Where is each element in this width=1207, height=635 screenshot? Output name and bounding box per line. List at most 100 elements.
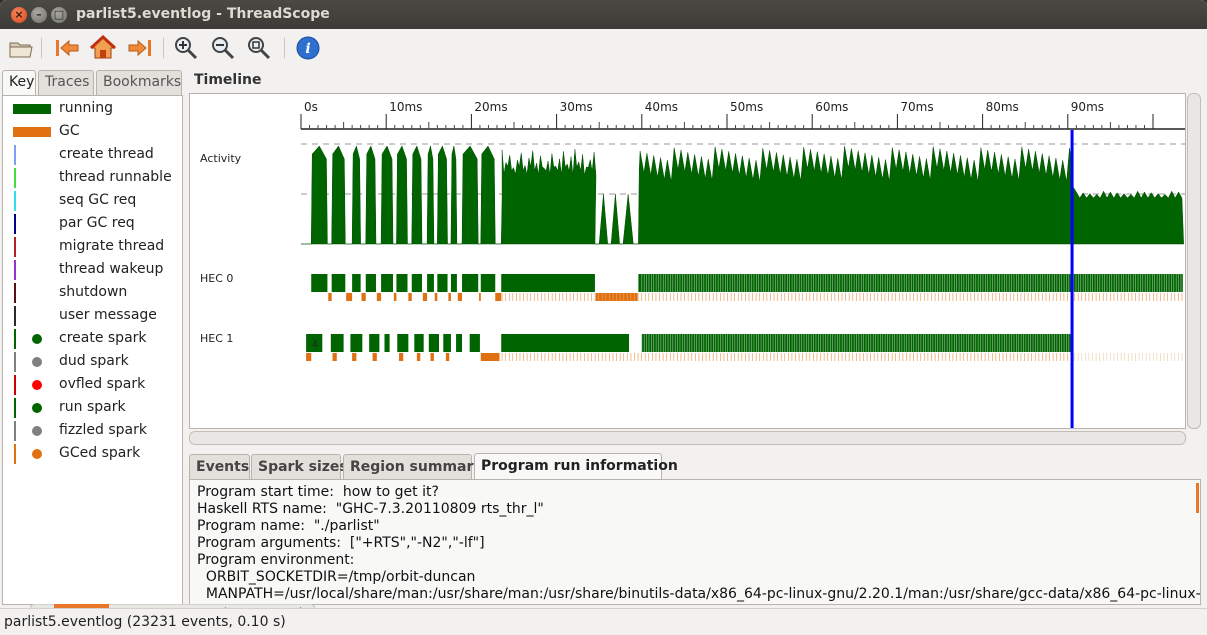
key-swatch-dot [32,449,42,459]
maximize-button[interactable]: □ [51,7,67,23]
zoom-in-button[interactable] [172,35,200,61]
timeline-canvas[interactable]: 0s 10ms 20ms 30ms 40ms 50ms 60ms 70ms 80ms 90ms 4 [190,94,1185,428]
key-swatch-line [14,168,16,188]
minimize-button[interactable]: – [31,7,47,23]
key-swatch [13,127,51,137]
key-swatch-line [14,191,16,211]
tab-events[interactable]: Events [189,454,250,479]
jump-end-icon [128,39,151,57]
zoom-out-button[interactable] [209,35,237,61]
hec-gc-block [457,293,463,301]
status-text: parlist5.eventlog (23231 events, 0.10 s) [4,614,286,630]
key-swatch-line [14,237,16,257]
ruler-tick-label: 40ms [645,100,678,114]
hec-running-block [450,274,457,292]
info-scroll-indicator[interactable] [1196,483,1199,513]
hec-running-block [501,274,595,292]
key-item-create-spark: create spark [3,328,181,351]
hec-gc-block [480,353,500,361]
hec-running-block [414,334,424,352]
timeline-horizontal-scrollbar[interactable] [189,431,1186,445]
ruler-tick-label: 0s [304,100,318,114]
tab-key[interactable]: Key [2,70,36,96]
hec-gc-block [346,293,353,301]
tab-bookmarks[interactable]: Bookmarks [96,70,182,95]
app-window: × – □ parlist5.eventlog - ThreadScope i … [0,0,1207,635]
key-item-gc: GC [3,121,181,144]
key-swatch-line [14,444,16,464]
key-item-seq-gc-req: seq GC req [3,190,181,213]
tab-spark-sizes[interactable]: Spark sizes [251,454,348,479]
ruler-tick-label: 90ms [1071,100,1104,114]
home-button[interactable] [89,34,117,61]
key-label: dud spark [59,353,129,369]
tab-region-summary[interactable]: Region summary [343,454,483,479]
timeline-vertical-scrollbar[interactable] [1187,93,1201,429]
key-label: fizzled spark [59,422,147,438]
key-swatch-line [14,398,16,418]
hec-gc-block [376,293,382,301]
tab-traces[interactable]: Traces [38,70,94,95]
zoom-fit-icon [248,37,271,60]
timeline-view[interactable]: 0s 10ms 20ms 30ms 40ms 50ms 60ms 70ms 80ms 90ms 4 … [189,93,1186,429]
toolbar-separator [163,38,164,58]
hec-running-block [352,274,361,292]
hec-running-block [331,274,346,292]
info-line: Program name: "./parlist" [197,518,380,534]
hec-gc-block [479,293,481,301]
open-file-button[interactable] [6,35,34,61]
key-item-dud-spark: dud spark [3,351,181,374]
ruler-tick-label: 50ms [730,100,763,114]
key-item-gced-spark: GCed spark [3,443,181,466]
row-label-hec0: HEC 0 [200,272,234,285]
row-label-activity: Activity [200,152,242,165]
key-label: seq GC req [59,192,137,208]
info-line: ORBIT_SOCKETDIR=/tmp/orbit-duncan [197,569,476,585]
toolbar-separator [41,38,42,58]
info-line: MANPATH=/usr/local/share/man:/usr/share/… [197,586,1201,602]
hec-running-block [311,274,328,292]
key-item-par-gc-req: par GC req [3,213,181,236]
label-column [190,94,300,428]
title-bar: × – □ parlist5.eventlog - ThreadScope [0,0,1207,29]
key-item-run-spark: run spark [3,397,181,420]
tab-program-run-information[interactable]: Program run information [474,453,678,479]
jump-end-button[interactable] [126,35,154,61]
zoom-out-icon [212,37,235,60]
key-label: create spark [59,330,147,346]
key-label: create thread [59,146,154,162]
ruler-tick-label: 10ms [389,100,422,114]
key-swatch-dot [32,380,42,390]
home-icon [89,34,117,59]
key-swatch-dot [32,357,42,367]
svg-text:i: i [305,41,310,57]
jump-start-button[interactable] [53,35,81,61]
hec1-marker-label: 4 [312,340,318,350]
hec-gc-block [393,293,397,301]
hec-gc-block [372,353,377,361]
info-button[interactable]: i [294,35,322,61]
key-item-fizzled-spark: fizzled spark [3,420,181,443]
hec-gc-block [430,353,434,361]
zoom-fit-button[interactable] [245,35,273,61]
info-line: Program arguments: ["+RTS","-N2","-lf"] [197,535,485,551]
hec-gc-block [495,293,502,301]
hec-running-block [437,274,448,292]
key-label: thread runnable [59,169,172,185]
hec-gc-block [416,353,421,361]
key-label: running [59,100,114,116]
hec-running-block [396,274,408,292]
info-line: Haskell RTS name: "GHC-7.3.20110809 rts_… [197,501,544,517]
close-button[interactable]: × [11,7,27,23]
timeline-heading: Timeline [194,72,262,88]
hec-gc-block [398,353,404,361]
hec-running-block [469,334,480,352]
ruler-tick-label: 70ms [900,100,933,114]
key-panel: running GC create thread thread runnable seq… [2,95,183,605]
hec-gc-block [361,293,366,301]
hec-running-block [427,274,434,292]
hec-running-block [456,334,463,352]
hec-running-block [350,334,363,352]
open-file-icon [9,42,33,58]
hec-gc-block [306,353,312,361]
